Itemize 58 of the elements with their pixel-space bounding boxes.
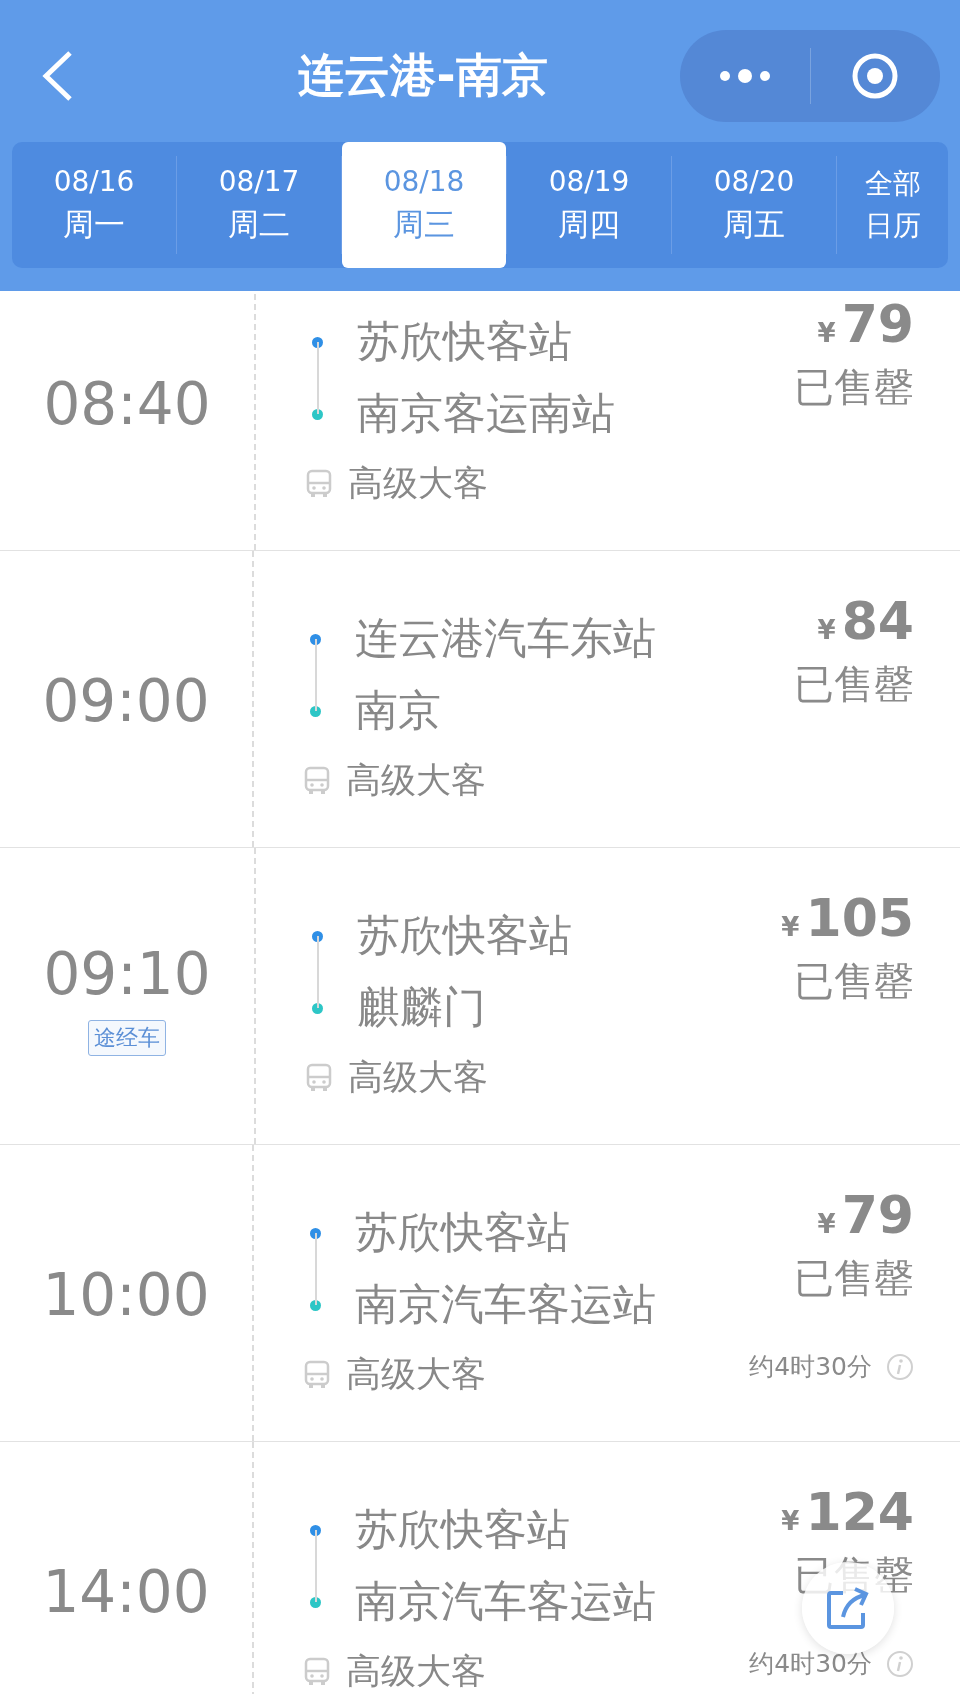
ticket-price: ¥124 <box>781 1482 914 1542</box>
sold-out-status: 已售罄 <box>794 1254 914 1303</box>
date-tab[interactable]: 08/16 周一 <box>12 142 176 268</box>
departure-time: 14:00 <box>42 1558 210 1626</box>
destination-station: 麒麟门 <box>357 981 486 1034</box>
bus-type: 高级大客 <box>348 1056 488 1099</box>
departure-time: 09:10 <box>43 940 211 1008</box>
info-icon[interactable] <box>886 1352 914 1381</box>
departure-time: 10:00 <box>42 1261 210 1329</box>
ticket-price: ¥84 <box>817 591 914 651</box>
origin-station: 苏欣快客站 <box>357 909 572 962</box>
origin-station: 连云港汽车东站 <box>355 612 656 665</box>
departure-time: 09:00 <box>42 667 210 735</box>
more-icon <box>717 68 772 84</box>
page-title: 连云港-南京 <box>297 47 549 104</box>
origin-station: 苏欣快客站 <box>357 315 572 368</box>
sold-out-status: 已售罄 <box>794 660 914 709</box>
sold-out-status: 已售罄 <box>794 957 914 1006</box>
date-tab[interactable]: 08/18 周三 <box>342 142 506 268</box>
sold-out-status: 已售罄 <box>794 363 914 412</box>
origin-station: 苏欣快客站 <box>355 1206 570 1259</box>
bus-type: 高级大客 <box>346 759 486 802</box>
destination-station: 南京 <box>355 684 441 737</box>
origin-station: 苏欣快客站 <box>355 1503 570 1556</box>
destination-dot <box>310 1596 321 1608</box>
destination-dot <box>310 1299 321 1311</box>
bus-icon <box>306 468 332 499</box>
bus-type: 高级大客 <box>346 1650 486 1693</box>
bus-icon <box>304 765 330 796</box>
destination-station: 南京客运南站 <box>357 387 615 440</box>
sold-out-status: 已售罄 <box>794 1551 914 1600</box>
trip-duration: 约4时30分 <box>749 1351 872 1383</box>
destination-dot <box>312 1002 323 1014</box>
bus-type: 高级大客 <box>346 1353 486 1396</box>
date-tab[interactable]: 08/19 周四 <box>507 142 671 268</box>
bus-type: 高级大客 <box>348 462 488 505</box>
date-tab[interactable]: 08/20 周五 <box>672 142 836 268</box>
origin-dot <box>310 1227 321 1239</box>
ticket-price: ¥105 <box>781 888 914 948</box>
ticket-price: ¥79 <box>817 1185 914 1245</box>
via-tag: 途经车 <box>88 1020 166 1056</box>
bus-icon <box>304 1656 330 1687</box>
calendar-tab[interactable]: 全部 日历 <box>837 142 948 268</box>
info-icon[interactable] <box>886 1649 914 1678</box>
origin-dot <box>310 1524 321 1536</box>
origin-dot <box>312 930 323 942</box>
origin-dot <box>310 633 321 645</box>
destination-dot <box>312 408 323 420</box>
bus-icon <box>304 1359 330 1390</box>
destination-station: 南京汽车客运站 <box>355 1575 656 1628</box>
origin-dot <box>312 336 323 348</box>
date-tab[interactable]: 08/17 周二 <box>177 142 341 268</box>
trip-duration: 约4时30分 <box>749 1648 872 1680</box>
destination-station: 南京汽车客运站 <box>355 1278 656 1331</box>
ticket-price: ¥79 <box>817 294 914 354</box>
destination-dot <box>310 705 321 717</box>
bus-icon <box>306 1062 332 1093</box>
departure-time: 08:40 <box>43 370 211 438</box>
